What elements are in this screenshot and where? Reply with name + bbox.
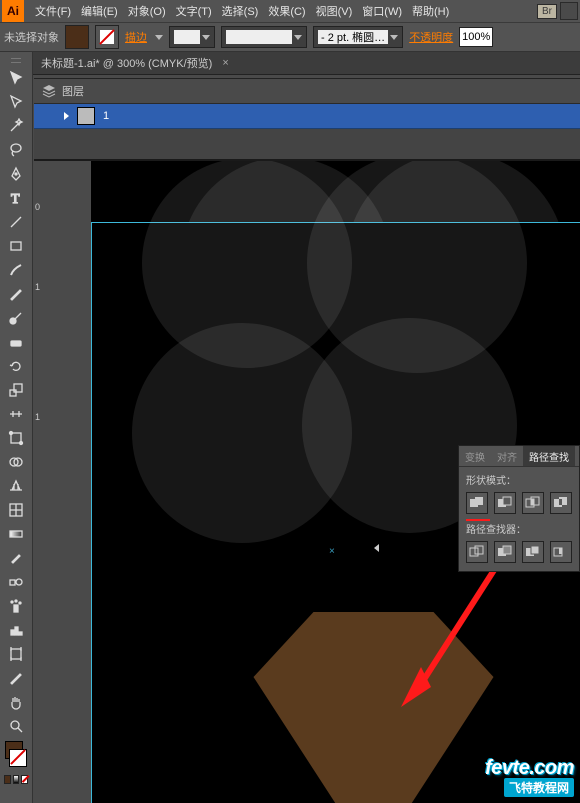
ruler-tick: 0 (35, 202, 40, 212)
gradient-tool[interactable] (3, 523, 29, 545)
bridge-button[interactable]: Br (537, 4, 557, 19)
scale-tool[interactable] (3, 379, 29, 401)
collapse-arrow-icon[interactable] (374, 544, 379, 552)
fill-swatch[interactable] (65, 25, 89, 49)
width-tool[interactable] (3, 403, 29, 425)
close-icon[interactable]: × (222, 57, 228, 69)
intersect-button[interactable] (522, 492, 544, 514)
magic-wand-tool[interactable] (3, 115, 29, 137)
opacity-value[interactable]: 100% (459, 27, 493, 47)
ruler-tick: 1 (35, 282, 40, 292)
layers-panel-header[interactable]: 图层 (34, 79, 580, 104)
color-mode-buttons[interactable] (3, 771, 29, 787)
exclude-button[interactable] (550, 492, 572, 514)
pathfinder-panel: 变换 对齐 路径查找 形状模式： 路径查找器： (458, 445, 580, 572)
opacity-label[interactable]: 不透明度 (409, 29, 453, 45)
toolbox: T (0, 52, 33, 803)
line-tool[interactable] (3, 211, 29, 233)
app-logo: Ai (2, 0, 24, 22)
center-mark-icon: × (329, 546, 335, 557)
layer-name: 1 (103, 110, 109, 122)
menu-view[interactable]: 视图(V) (311, 3, 358, 19)
menu-edit[interactable]: 编辑(E) (76, 3, 123, 19)
stroke-label[interactable]: 描边 (125, 29, 147, 45)
stroke-profile-dropdown[interactable]: - 2 pt. 椭圆… (313, 26, 403, 48)
slice-tool[interactable] (3, 667, 29, 689)
layers-panel-title: 图层 (62, 83, 84, 99)
column-graph-tool[interactable] (3, 619, 29, 641)
zoom-tool[interactable] (3, 715, 29, 737)
control-bar: 未选择对象 描边 - 2 pt. 椭圆… 不透明度 100% (0, 22, 580, 52)
selection-status: 未选择对象 (4, 29, 59, 45)
menu-type[interactable]: 文字(T) (171, 3, 217, 19)
document-tab-title: 未标题-1.ai* @ 300% (CMYK/预览) (41, 55, 212, 71)
watermark-url: fevte.com (485, 757, 574, 780)
fill-stroke-swatch[interactable] (3, 739, 29, 769)
artboard-tool[interactable] (3, 643, 29, 665)
type-tool[interactable]: T (3, 187, 29, 209)
watermark: fevte.com 飞特教程网 (485, 757, 574, 797)
annotation-arrow (391, 557, 511, 720)
menu-effect[interactable]: 效果(C) (263, 3, 310, 19)
divide-button[interactable] (466, 541, 488, 563)
layers-icon (42, 84, 56, 98)
menu-window[interactable]: 窗口(W) (357, 3, 407, 19)
stroke-swatch[interactable] (95, 25, 119, 49)
layers-panel: 图层 1 (34, 78, 580, 161)
toolbox-grip[interactable] (11, 58, 21, 63)
symbol-sprayer-tool[interactable] (3, 595, 29, 617)
watermark-name: 飞特教程网 (504, 778, 574, 797)
trim-button[interactable] (494, 541, 516, 563)
merge-button[interactable] (522, 541, 544, 563)
selection-tool[interactable] (3, 67, 29, 89)
layer-row[interactable]: 1 (34, 104, 580, 129)
eyedropper-tool[interactable] (3, 547, 29, 569)
shape-modes-label: 形状模式： (459, 467, 579, 490)
rotate-tool[interactable] (3, 355, 29, 377)
document-tab[interactable]: 未标题-1.ai* @ 300% (CMYK/预览) × (33, 52, 580, 75)
free-transform-tool[interactable] (3, 427, 29, 449)
highlight-underline (466, 519, 490, 521)
hand-tool[interactable] (3, 691, 29, 713)
vertical-ruler: 0 1 1 (33, 92, 52, 803)
shape-builder-tool[interactable] (3, 451, 29, 473)
blob-brush-tool[interactable] (3, 307, 29, 329)
tab-pathfinder[interactable]: 路径查找 (523, 446, 575, 466)
menu-file[interactable]: 文件(F) (30, 3, 76, 19)
brush-dropdown[interactable] (221, 26, 307, 48)
svg-text:T: T (11, 192, 20, 206)
paintbrush-tool[interactable] (3, 259, 29, 281)
pencil-tool[interactable] (3, 283, 29, 305)
caret-icon (155, 35, 163, 40)
menu-help[interactable]: 帮助(H) (407, 3, 454, 19)
direct-selection-tool[interactable] (3, 91, 29, 113)
menu-bar: Ai 文件(F) 编辑(E) 对象(O) 文字(T) 选择(S) 效果(C) 视… (0, 0, 580, 22)
perspective-grid-tool[interactable] (3, 475, 29, 497)
aux-button[interactable] (560, 2, 578, 20)
menu-object[interactable]: 对象(O) (123, 3, 171, 19)
lasso-tool[interactable] (3, 139, 29, 161)
crop-button[interactable] (550, 541, 572, 563)
mesh-tool[interactable] (3, 499, 29, 521)
menu-select[interactable]: 选择(S) (217, 3, 264, 19)
eraser-tool[interactable] (3, 331, 29, 353)
minus-front-button[interactable] (494, 492, 516, 514)
pen-tool[interactable] (3, 163, 29, 185)
blend-tool[interactable] (3, 571, 29, 593)
unite-button[interactable] (466, 492, 488, 514)
tab-transform[interactable]: 变换 (459, 446, 491, 466)
ruler-tick: 1 (35, 412, 40, 422)
layer-thumbnail (77, 107, 95, 125)
rectangle-tool[interactable] (3, 235, 29, 257)
stroke-weight-dropdown[interactable] (169, 26, 215, 48)
tab-align[interactable]: 对齐 (491, 446, 523, 466)
expand-triangle-icon[interactable] (64, 112, 69, 120)
